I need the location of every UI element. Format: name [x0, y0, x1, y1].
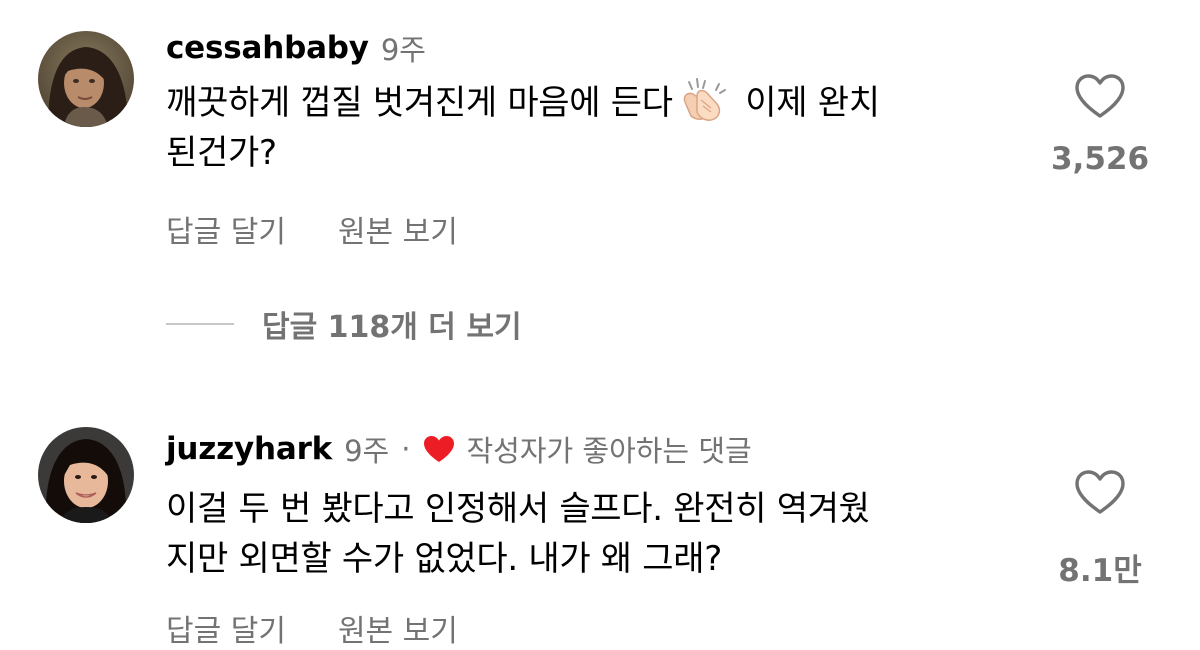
comment-actions: 답글 달기 원본 보기 [166, 606, 458, 650]
heart-outline-icon[interactable] [1074, 73, 1126, 119]
replies-divider-line [166, 323, 234, 325]
avatar[interactable] [38, 427, 134, 523]
like-count: 3,526 [1050, 141, 1150, 177]
clapping-hands-icon [675, 78, 731, 122]
comment-text-line2: 지만 외면할 수가 없었다. 내가 왜 그래? [166, 539, 722, 579]
author-liked-label: 작성자가 좋아하는 댓글 [466, 434, 752, 468]
separator-dot: · [401, 432, 411, 466]
comment-text: 깨끗하게 껍질 벗겨진게 마음에 든다 이제 완치 된건가? [166, 78, 1046, 178]
username[interactable]: cessahbaby [166, 30, 369, 66]
comment-text-line1: 이걸 두 번 봤다고 인정해서 슬프다. 완전히 역겨웠 [166, 489, 870, 529]
see-original-button[interactable]: 원본 보기 [338, 207, 458, 251]
timestamp: 9주 [380, 33, 426, 67]
reply-button[interactable]: 답글 달기 [166, 606, 286, 650]
avatar[interactable] [38, 31, 134, 127]
reply-button[interactable]: 답글 달기 [166, 207, 286, 251]
view-replies-button[interactable]: 답글 118개 더 보기 [166, 302, 522, 346]
comment-text: 이걸 두 번 봤다고 인정해서 슬프다. 완전히 역겨웠 지만 외면할 수가 없… [166, 484, 1046, 584]
heart-filled-icon [424, 436, 455, 462]
comment-actions: 답글 달기 원본 보기 [166, 207, 458, 251]
like-count: 8.1만 [1058, 553, 1142, 589]
view-replies-label[interactable]: 답글 118개 더 보기 [262, 302, 522, 346]
like-section: 3,526 [1030, 73, 1170, 177]
comment-header: juzzyhark 9주 · 작성자가 좋아하는 댓글 [166, 429, 752, 469]
see-original-button[interactable]: 원본 보기 [338, 606, 458, 650]
comment-text-line1-end: 이제 완치 [734, 83, 880, 123]
comment-text-line1: 깨끗하게 껍질 벗겨진게 마음에 든다 [166, 83, 673, 123]
like-section: 8.1만 [1030, 469, 1170, 590]
username[interactable]: juzzyhark [166, 431, 332, 467]
comment-header: cessahbaby 9주 [166, 28, 426, 68]
comment-text-line2: 된건가? [166, 133, 277, 173]
timestamp: 9주 [344, 434, 390, 468]
heart-outline-icon[interactable] [1074, 469, 1126, 515]
